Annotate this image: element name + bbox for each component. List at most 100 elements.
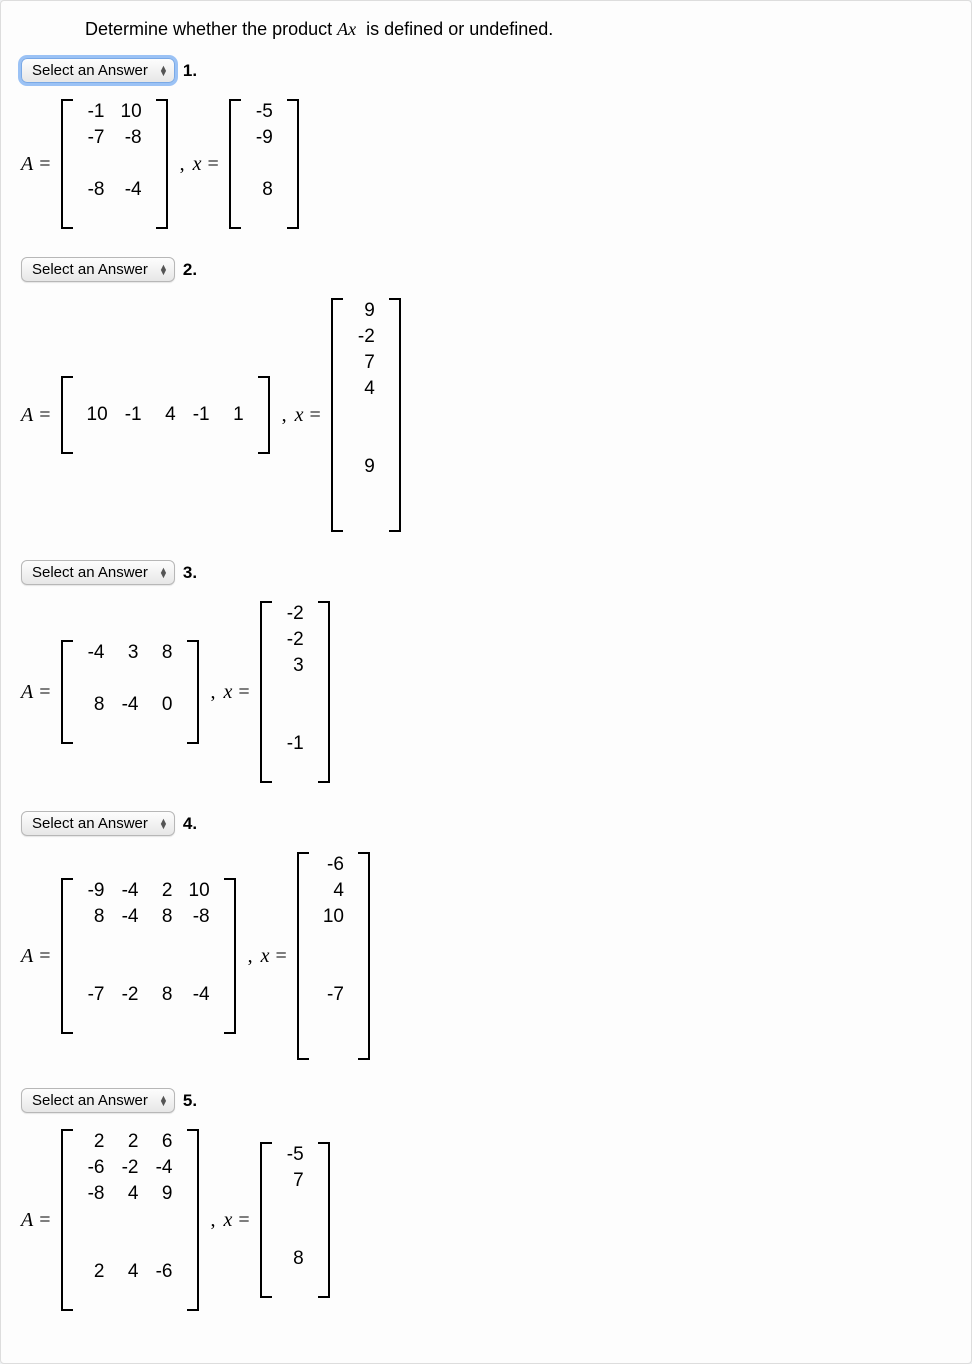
matrix: -2-23 -1 xyxy=(260,601,330,783)
bracket-right xyxy=(187,640,199,744)
matrix-cell: -9 xyxy=(79,878,113,904)
matrix-cell xyxy=(79,1008,113,1034)
matrix-cell: -4 xyxy=(113,692,147,718)
matrix-cell: -8 xyxy=(181,904,218,930)
matrix-A-label: A xyxy=(21,404,33,427)
vector-x-label: x xyxy=(224,1209,233,1232)
bracket-right xyxy=(187,1129,199,1311)
matrix-cell xyxy=(315,930,352,956)
matrix-cell xyxy=(113,1008,147,1034)
matrix-cell xyxy=(113,718,147,744)
separator: , xyxy=(248,945,253,968)
matrix: 226-6-2-4-849 24-6 xyxy=(61,1129,199,1311)
bracket-right xyxy=(258,376,270,454)
bracket-left xyxy=(229,99,241,229)
matrix-cell xyxy=(278,679,312,705)
matrix-cell: -1 xyxy=(79,99,113,125)
matrix: 9-274 9 xyxy=(331,298,401,532)
matrix-body: -2-23 -1 xyxy=(278,601,312,783)
matrix-cell: 4 xyxy=(113,1259,147,1285)
matrix-cell: 4 xyxy=(150,402,184,428)
matrix-cell: 9 xyxy=(349,454,383,480)
equation: A=-438 8-40 ,x=-2-23 -1 xyxy=(21,601,951,783)
matrix-cell: -9 xyxy=(247,125,281,151)
matrix-cell xyxy=(113,151,150,177)
matrix-cell xyxy=(278,705,312,731)
prompt-prefix: Determine whether the product xyxy=(85,19,337,39)
matrix-cell xyxy=(278,1272,312,1298)
question-prompt: Determine whether the product Ax is defi… xyxy=(85,19,951,40)
matrix-cell xyxy=(79,956,113,982)
answer-select[interactable]: Select an Answer▲▼ xyxy=(21,257,175,282)
matrix-cell: 10 xyxy=(315,904,352,930)
equation: A= 10-14-11 ,x=9-274 9 xyxy=(21,298,951,532)
question-number: 1. xyxy=(183,61,197,81)
matrix-cell xyxy=(113,956,147,982)
matrix-cell: 9 xyxy=(147,1181,181,1207)
matrix-cell: -4 xyxy=(113,878,147,904)
updown-icon: ▲▼ xyxy=(159,1096,168,1106)
bracket-left xyxy=(61,1129,73,1311)
matrix-cell: -2 xyxy=(113,1155,147,1181)
matrix-cell: -5 xyxy=(278,1142,312,1168)
equals-sign: = xyxy=(238,1209,249,1232)
matrix-cell xyxy=(349,402,383,428)
matrix-cell: 10 xyxy=(79,402,116,428)
matrix-cell: 2 xyxy=(79,1129,113,1155)
matrix-cell xyxy=(147,930,181,956)
matrix-body: 9-274 9 xyxy=(349,298,383,532)
matrix-cell xyxy=(147,1285,181,1311)
vector-x-label: x xyxy=(295,404,304,427)
matrix-A-label: A xyxy=(21,681,33,704)
answer-select[interactable]: Select an Answer▲▼ xyxy=(21,811,175,836)
answer-select[interactable]: Select an Answer▲▼ xyxy=(21,560,175,585)
matrix-cell xyxy=(278,1194,312,1220)
matrix-A-label: A xyxy=(21,153,33,176)
matrix: 10-14-11 xyxy=(61,376,270,454)
matrix-body: -110-7-8 -8-4 xyxy=(79,99,150,229)
matrix-cell: 8 xyxy=(147,904,181,930)
matrix-cell: -5 xyxy=(247,99,281,125)
matrix-cell: 10 xyxy=(113,99,150,125)
bracket-left xyxy=(260,601,272,783)
matrix-cell xyxy=(79,1207,113,1233)
matrix-cell: -4 xyxy=(113,904,147,930)
matrix-cell: -8 xyxy=(79,1181,113,1207)
matrix-body: -438 8-40 xyxy=(79,640,181,744)
matrix-cell: -7 xyxy=(79,982,113,1008)
answer-select[interactable]: Select an Answer▲▼ xyxy=(21,1088,175,1113)
updown-icon: ▲▼ xyxy=(159,265,168,275)
matrix-cell: -2 xyxy=(278,627,312,653)
matrix-body: 10-14-11 xyxy=(79,376,252,454)
matrix-cell xyxy=(79,718,113,744)
matrix-cell: 2 xyxy=(113,1129,147,1155)
question-header: Select an Answer▲▼4. xyxy=(21,811,951,836)
question-number: 5. xyxy=(183,1091,197,1111)
bracket-left xyxy=(331,298,343,532)
bracket-left xyxy=(61,640,73,744)
matrix-cell: 7 xyxy=(278,1168,312,1194)
matrix-cell: -4 xyxy=(181,982,218,1008)
matrix-cell: 2 xyxy=(147,878,181,904)
answer-select[interactable]: Select an Answer▲▼ xyxy=(21,58,175,83)
bracket-left xyxy=(61,376,73,454)
matrix-cell xyxy=(79,666,113,692)
question-number: 3. xyxy=(183,563,197,583)
matrix-cell: 7 xyxy=(349,350,383,376)
matrix-cell xyxy=(315,1034,352,1060)
question-header: Select an Answer▲▼ 3. xyxy=(21,560,951,585)
prompt-suffix: is defined or undefined. xyxy=(361,19,553,39)
matrix-body: -6410 -7 xyxy=(315,852,352,1060)
bracket-right xyxy=(287,99,299,229)
matrix-A-label: A xyxy=(21,1209,33,1232)
equation: A=-9-42108-48-8 -7-28-4 ,x=-6410 -7 xyxy=(21,852,951,1060)
matrix-cell: 1 xyxy=(218,402,252,428)
separator: , xyxy=(211,681,216,704)
matrix-cell: -7 xyxy=(79,125,113,151)
matrix-cell: -2 xyxy=(278,601,312,627)
matrix-A-label: A xyxy=(21,945,33,968)
equals-sign: = xyxy=(39,153,50,176)
equals-sign: = xyxy=(39,1209,50,1232)
answer-select-label: Select an Answer xyxy=(32,564,148,581)
matrix-cell: 2 xyxy=(79,1259,113,1285)
